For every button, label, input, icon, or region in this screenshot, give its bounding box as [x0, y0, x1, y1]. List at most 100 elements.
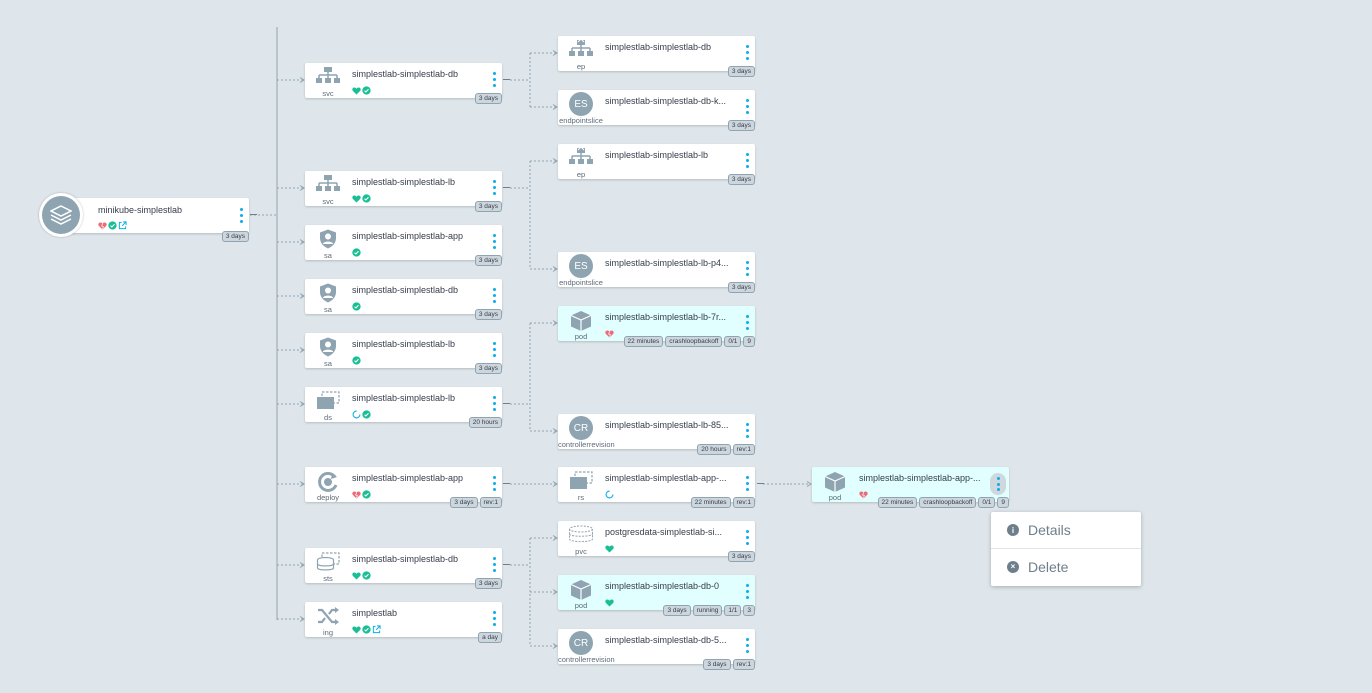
info-tag: a day [478, 632, 502, 643]
resource-actions-menu-button[interactable] [492, 476, 496, 491]
resource-kind-label: rs [577, 493, 585, 502]
details-label: Details [1028, 522, 1071, 538]
details-menu-item[interactable]: i Details [991, 512, 1141, 548]
resource-actions-menu-button[interactable] [745, 315, 749, 330]
resource-context-menu: i Details × Delete [991, 512, 1141, 586]
resource-kind-label: sa [324, 305, 332, 314]
info-tag: 9 [997, 497, 1009, 508]
resource-node-sts-db[interactable]: sts simplestlab-simplestlab-db 3 days [305, 548, 502, 589]
resource-status [352, 406, 371, 424]
app-status [98, 217, 127, 235]
collapse-toggle[interactable] [503, 483, 510, 484]
resource-node-rs-app[interactable]: rs simplestlab-simplestlab-app-... 22 minu… [558, 467, 755, 508]
resource-node-ds-lb[interactable]: ds simplestlab-simplestlab-lb 20 hours [305, 387, 502, 428]
info-tag: rev:1 [732, 497, 755, 508]
collapse-toggle[interactable] [250, 214, 257, 215]
delete-menu-item[interactable]: × Delete [991, 548, 1141, 584]
resource-kind-label: endpointslice [559, 278, 603, 287]
resource-info-tags: 3 days [727, 66, 755, 77]
resource-actions-menu-button[interactable] [492, 342, 496, 357]
resource-node-ep-db[interactable]: ep simplestlab-simplestlab-db 3 days [558, 36, 755, 77]
resource-actions-menu-button[interactable] [492, 180, 496, 195]
info-tag: 3 days [474, 93, 502, 104]
collapse-toggle[interactable] [757, 483, 764, 484]
resource-node-sa-lb[interactable]: sa simplestlab-simplestlab-lb 3 days [305, 333, 502, 374]
resource-node-sa-db[interactable]: sa simplestlab-simplestlab-db 3 days [305, 279, 502, 320]
healthy-heart-icon [605, 594, 614, 612]
resource-actions-menu-button[interactable] [745, 476, 749, 491]
collapse-toggle[interactable] [503, 187, 510, 188]
resource-node-pod-lb[interactable]: pod simplestlab-simplestlab-lb-7r... 22 mi… [558, 306, 755, 347]
external-link-icon[interactable] [372, 621, 381, 639]
healthy-heart-icon [352, 190, 361, 208]
collapse-toggle[interactable] [503, 79, 510, 80]
resource-actions-menu-button[interactable] [492, 288, 496, 303]
resource-node-pod-app[interactable]: pod simplestlab-simplestlab-app-... 22 min… [812, 467, 1009, 508]
synced-check-icon [352, 352, 361, 370]
resource-name: simplestlab-simplestlab-lb-7r... [605, 312, 727, 322]
resource-node-svc-lb[interactable]: svc simplestlab-simplestlab-lb 3 days [305, 171, 502, 212]
resource-kind-label: ds [324, 413, 332, 422]
resource-node-sa-app[interactable]: sa simplestlab-simplestlab-app 3 days [305, 225, 502, 266]
resource-actions-menu-button[interactable] [492, 557, 496, 572]
collapse-toggle[interactable] [503, 564, 510, 565]
info-tag: crashloopbackoff [665, 336, 723, 347]
app-age-tag: 3 days [221, 231, 249, 242]
resource-kind-label: pod [574, 332, 588, 341]
resource-name: simplestlab-simplestlab-app [352, 473, 464, 483]
resource-kind-label: ing [322, 628, 333, 637]
resource-node-pvc-db[interactable]: pvc postgresdata-simplestlab-si... 3 days [558, 521, 755, 562]
resource-node-es-lb[interactable]: ES endpointslice simplestlab-simplestlab-l… [558, 252, 755, 293]
resource-info-tags: a day [478, 632, 502, 643]
degraded-heart-icon [98, 217, 107, 235]
resource-node-ep-lb[interactable]: ep simplestlab-simplestlab-lb 3 days [558, 144, 755, 185]
resource-info-tags: 3 days [727, 120, 755, 131]
resource-node-cr-lb[interactable]: CR controllerrevision simplestlab-simplest… [558, 414, 755, 455]
info-tag: 3 [743, 605, 755, 616]
resource-actions-menu-button[interactable] [745, 45, 749, 60]
collapse-toggle[interactable] [503, 403, 510, 404]
resource-actions-menu-button[interactable] [745, 584, 749, 599]
healthy-heart-icon [352, 567, 361, 585]
external-link-icon[interactable] [118, 217, 127, 235]
delete-icon: × [1007, 560, 1019, 573]
resource-actions-menu-button[interactable] [990, 473, 1006, 495]
app-node-minikube-simplestlab[interactable]: minikube-simplestlab 3 days [62, 198, 249, 242]
resource-node-cr-db[interactable]: CR controllerrevision simplestlab-simplest… [558, 629, 755, 670]
synced-check-icon [362, 406, 371, 424]
resource-actions-menu-button[interactable] [745, 638, 749, 653]
resource-actions-menu-button[interactable] [745, 530, 749, 545]
resource-status [352, 486, 371, 504]
app-actions-menu-button[interactable] [239, 208, 243, 223]
resource-kind-label: sts [323, 574, 333, 583]
application-icon [39, 193, 83, 237]
resource-node-es-db[interactable]: ES endpointslice simplestlab-simplestlab-d… [558, 90, 755, 131]
endpointslice-letters: ES [569, 254, 593, 278]
synced-check-icon [352, 298, 361, 316]
resource-kind-label: pvc [575, 547, 587, 556]
degraded-heart-icon [352, 486, 361, 504]
resource-actions-menu-button[interactable] [492, 396, 496, 411]
resource-node-deploy-app[interactable]: deploy simplestlab-simplestlab-app 3 days r… [305, 467, 502, 508]
resource-status [352, 82, 371, 100]
controllerrevision-letters: CR [569, 631, 593, 655]
info-icon: i [1007, 524, 1019, 536]
resource-actions-menu-button[interactable] [745, 423, 749, 438]
resource-node-ing[interactable]: ing simplestlab a day [305, 602, 502, 643]
info-tag: rev:1 [732, 444, 755, 455]
resource-actions-menu-button[interactable] [492, 72, 496, 87]
resource-info-tags: 3 days running 1/1 3 [663, 605, 755, 616]
resource-info-tags: 3 days [474, 201, 502, 212]
resource-name: simplestlab [352, 608, 398, 618]
resource-info-tags: 3 days rev:1 [450, 497, 502, 508]
resource-name: simplestlab-simplestlab-db-5... [605, 635, 727, 645]
resource-actions-menu-button[interactable] [492, 234, 496, 249]
resource-kind-label: ep [576, 170, 586, 179]
resource-actions-menu-button[interactable] [745, 261, 749, 276]
resource-node-pod-db[interactable]: pod simplestlab-simplestlab-db-0 3 days run… [558, 575, 755, 616]
resource-node-svc-db[interactable]: svc simplestlab-simplestlab-db 3 days [305, 63, 502, 104]
resource-actions-menu-button[interactable] [492, 611, 496, 626]
synced-check-icon [352, 244, 361, 262]
resource-actions-menu-button[interactable] [745, 153, 749, 168]
resource-actions-menu-button[interactable] [745, 99, 749, 114]
